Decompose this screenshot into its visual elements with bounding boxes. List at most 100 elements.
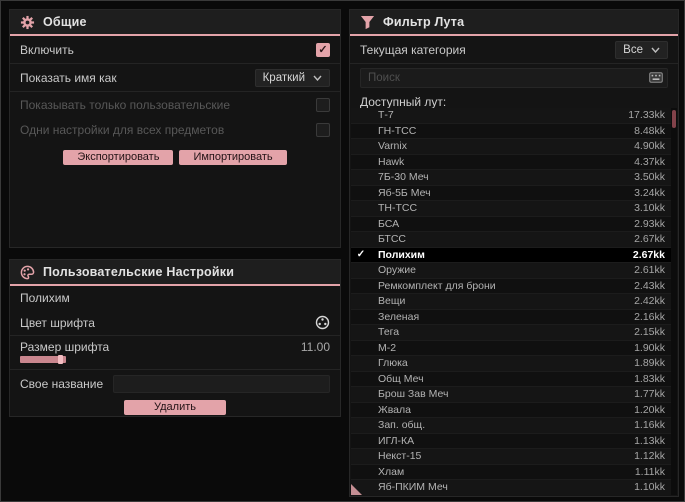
color-wheel-icon[interactable]: [315, 315, 330, 330]
resize-grip[interactable]: [351, 484, 362, 495]
loot-item-name: Зеленая: [378, 310, 420, 323]
export-button[interactable]: Экспортировать: [63, 150, 174, 165]
loot-filter-panel-header[interactable]: Фильтр Лута: [350, 10, 678, 36]
selected-item-name: Полихим: [20, 291, 70, 305]
loot-item-name: Hawk: [378, 155, 405, 168]
enable-label: Включить: [20, 42, 74, 57]
scrollbar-thumb[interactable]: [672, 110, 676, 128]
loot-row[interactable]: ✓ Зеленая 2.16kk: [351, 309, 677, 325]
loot-filter-panel: Фильтр Лута Текущая категория Все Доступ…: [349, 9, 679, 497]
export-import-row: Экспортировать Импортировать: [10, 150, 340, 165]
check-icon: ✓: [351, 389, 371, 400]
check-icon: ✓: [351, 265, 371, 276]
loot-row[interactable]: ✓ Varnix 4.90kk: [351, 139, 677, 155]
check-icon: ✓: [351, 110, 371, 121]
loot-row[interactable]: ✓ ГН-ТСС 8.48kk: [351, 123, 677, 139]
custom-name-input[interactable]: [113, 375, 330, 393]
loot-item-name: М-2: [378, 341, 397, 354]
user-settings-panel-header[interactable]: Пользовательские Настройки: [10, 260, 340, 286]
loot-item-name: Общ Меч: [378, 372, 424, 385]
loot-row[interactable]: ✓ Hawk 4.37kk: [351, 154, 677, 170]
loot-scrollbar[interactable]: [671, 108, 677, 495]
check-icon: ✓: [351, 466, 371, 477]
loot-row[interactable]: ✓ Зап. общ. 1.16kk: [351, 418, 677, 434]
search-input[interactable]: [360, 68, 668, 88]
enable-row: Включить ✓: [10, 36, 340, 64]
font-size-label: Размер шрифта: [20, 340, 110, 354]
category-value: Все: [623, 43, 643, 56]
loot-row[interactable]: ✓ Глюка 1.89kk: [351, 356, 677, 372]
only-custom-label: Показывать только пользовательские: [20, 97, 230, 112]
chevron-down-icon: [313, 75, 322, 81]
check-icon: ✓: [351, 420, 371, 431]
delete-button[interactable]: Удалить: [124, 400, 226, 415]
user-settings-panel-title: Пользовательские Настройки: [43, 265, 235, 279]
chevron-down-icon: [651, 47, 660, 53]
loot-row[interactable]: ✓ Тега 2.15kk: [351, 325, 677, 341]
only-custom-checkbox[interactable]: [316, 97, 330, 112]
loot-row[interactable]: ✓ М-2 1.90kk: [351, 340, 677, 356]
loot-row[interactable]: ✓ БТСС 2.67kk: [351, 232, 677, 248]
slider-grab[interactable]: [58, 355, 63, 364]
show-name-combo[interactable]: Краткий: [254, 68, 330, 87]
loot-row[interactable]: ✓ ТН-ТСС 3.10kk: [351, 201, 677, 217]
loot-row[interactable]: ✓ Яб-5Б Меч 3.24kk: [351, 185, 677, 201]
funnel-icon: [360, 15, 375, 29]
check-icon: ✓: [351, 311, 371, 322]
same-settings-checkbox[interactable]: [316, 122, 330, 137]
loot-row[interactable]: ✓ ИГЛ-КА 1.13kk: [351, 433, 677, 449]
check-icon: ✓: [351, 342, 371, 353]
loot-row[interactable]: ✓ Оружие 2.61kk: [351, 263, 677, 279]
category-label: Текущая категория: [360, 42, 466, 57]
same-settings-label: Одни настройки для всех предметов: [20, 122, 225, 137]
loot-item-name: Жвала: [378, 403, 411, 416]
font-color-row: Цвет шрифта: [10, 310, 340, 336]
loot-row[interactable]: ✓ БСА 2.93kk: [351, 216, 677, 232]
check-icon: ✓: [356, 249, 366, 261]
enable-checkbox[interactable]: ✓: [316, 42, 330, 57]
loot-item-name: Т-7: [378, 109, 394, 122]
loot-row[interactable]: ✓ Хлам 1.11kk: [351, 464, 677, 480]
check-icon: ✓: [351, 327, 371, 338]
loot-item-name: Зап. общ.: [378, 419, 426, 432]
general-panel-header[interactable]: Общие: [10, 10, 340, 36]
loot-row[interactable]: ✓ Некст-15 1.12kk: [351, 449, 677, 465]
loot-row[interactable]: ✓ Вещи 2.42kk: [351, 294, 677, 310]
loot-row[interactable]: ✓ Жвала 1.20kk: [351, 402, 677, 418]
general-panel-title: Общие: [43, 15, 87, 29]
loot-row[interactable]: ✓ Яб-ПКИМ Меч 1.10kk: [351, 480, 677, 495]
import-button[interactable]: Импортировать: [179, 150, 287, 165]
font-size-slider[interactable]: [20, 355, 66, 364]
check-icon: ✓: [351, 156, 371, 167]
loot-item-name: 7Б-30 Меч: [378, 171, 429, 184]
keyboard-icon[interactable]: [649, 72, 663, 83]
loot-row[interactable]: ✓ Брош Зав Меч 1.77kk: [351, 387, 677, 403]
loot-row[interactable]: ✓ Полихим 2.67kk: [351, 247, 677, 263]
loot-item-name: Varnix: [378, 140, 407, 153]
loot-item-name: Ремкомплект для брони: [378, 279, 496, 292]
font-size-value: 11.00: [300, 340, 330, 354]
check-icon: ✓: [351, 172, 371, 183]
check-icon: ✓: [351, 404, 371, 415]
loot-row[interactable]: ✓ Т-7 17.33kk: [351, 108, 677, 124]
loot-item-name: Некст-15: [378, 450, 422, 463]
loot-row[interactable]: ✓ 7Б-30 Меч 3.50kk: [351, 170, 677, 186]
loot-item-name: Глюка: [378, 357, 408, 370]
check-icon: ✓: [351, 451, 371, 462]
check-icon: ✓: [351, 203, 371, 214]
loot-item-name: ТН-ТСС: [378, 202, 418, 215]
mod-menu-window: Общие Включить ✓ Показать имя как Кратки…: [0, 0, 685, 502]
loot-list: ✓ Т-7 17.33kk ✓ ГН-ТСС 8.48kk ✓ Varnix 4…: [351, 108, 677, 495]
show-name-row: Показать имя как Краткий: [10, 64, 340, 92]
check-icon: ✓: [351, 358, 371, 369]
palette-icon: [20, 265, 35, 279]
category-combo[interactable]: Все: [615, 40, 668, 59]
loot-item-value: 17.33kk: [628, 109, 665, 122]
search-row: [360, 68, 668, 88]
custom-name-label: Свое название: [20, 377, 104, 391]
loot-item-name: Брош Зав Меч: [378, 388, 449, 401]
font-size-row: Размер шрифта 11.00: [10, 336, 340, 369]
font-color-label: Цвет шрифта: [20, 315, 95, 330]
loot-row[interactable]: ✓ Общ Меч 1.83kk: [351, 371, 677, 387]
loot-row[interactable]: ✓ Ремкомплект для брони 2.43kk: [351, 278, 677, 294]
